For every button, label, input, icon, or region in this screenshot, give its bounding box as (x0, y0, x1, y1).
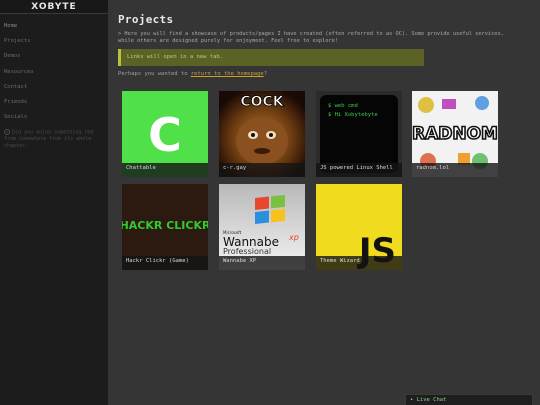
sidebar: XOBYTE Home Projects Demos Resources Con… (0, 0, 108, 405)
nav-item-home[interactable]: Home (0, 19, 108, 34)
svg-text:HACKR CLICKR: HACKR CLICKR (122, 219, 208, 232)
project-card-wannabe-xp[interactable]: Microsoft Wannabe xp Professional Wannab… (219, 184, 305, 270)
project-caption: radnom.lol (412, 163, 498, 177)
nav-item-resources[interactable]: Resources (0, 65, 108, 80)
nav-item-demos[interactable]: Demos (0, 49, 108, 64)
site-logo[interactable]: XOBYTE (0, 0, 108, 14)
nav-item-contact[interactable]: Contact (0, 80, 108, 95)
sidebar-note-text: Did you enjoy something red from somewhe… (4, 129, 94, 149)
svg-text:$ web cmd: $ web cmd (328, 103, 358, 109)
live-chat-button[interactable]: • Live Chat (405, 394, 533, 405)
return-home-link[interactable]: return to the homepage (191, 71, 264, 77)
page-title: Projects (118, 13, 174, 26)
project-caption: Chattable (122, 163, 208, 177)
svg-text:RADNOM: RADNOM (412, 124, 498, 144)
project-card-hackr-clickr[interactable]: HACKR CLICKR Hackr Clickr (Game) (122, 184, 208, 270)
project-card-cr-gay[interactable]: COCK c-r.gay (219, 91, 305, 177)
sidebar-note: i Did you enjoy something red from somewh… (0, 125, 108, 153)
return-home-prefix: Perhaps you wanted to (118, 71, 191, 78)
project-card-chattable[interactable]: C Chattable (122, 91, 208, 177)
project-card-theme-wizard[interactable]: JS Theme Wizard (316, 184, 402, 270)
main-content: Projects > Here you will find a showcase… (118, 13, 528, 77)
nav-menu: Home Projects Demos Resources Contact Fr… (0, 19, 108, 125)
project-card-radnom[interactable]: RADNOM radnom.lol (412, 91, 498, 177)
svg-text:COCK: COCK (240, 94, 284, 110)
svg-text:$ Hi Xobytebyte: $ Hi Xobytebyte (328, 112, 378, 118)
nav-item-socials[interactable]: Socials (0, 110, 108, 125)
svg-text:Professional: Professional (223, 247, 271, 256)
project-caption: Hackr Clickr (Game) (122, 256, 208, 270)
return-home-suffix: ? (263, 71, 268, 78)
project-caption: Theme Wizard (316, 256, 402, 270)
project-caption: Wannabe XP (219, 256, 305, 270)
project-caption: c-r.gay (219, 163, 305, 177)
svg-text:xp: xp (288, 233, 299, 242)
project-caption: JS powered Linux Shell (316, 163, 402, 177)
info-icon: i (4, 129, 10, 136)
page-intro: > Here you will find a showcase of produ… (118, 31, 504, 44)
return-home-line: Perhaps you wanted to return to the home… (118, 71, 528, 77)
nav-item-projects[interactable]: Projects (0, 34, 108, 49)
nav-item-friends[interactable]: Friends (0, 95, 108, 110)
svg-text:C: C (148, 108, 182, 162)
project-card-linux-shell[interactable]: $ web cmd $ Hi Xobytebyte JS powered Lin… (316, 91, 402, 177)
new-tab-notice: Links will open in a new tab. (118, 49, 424, 67)
